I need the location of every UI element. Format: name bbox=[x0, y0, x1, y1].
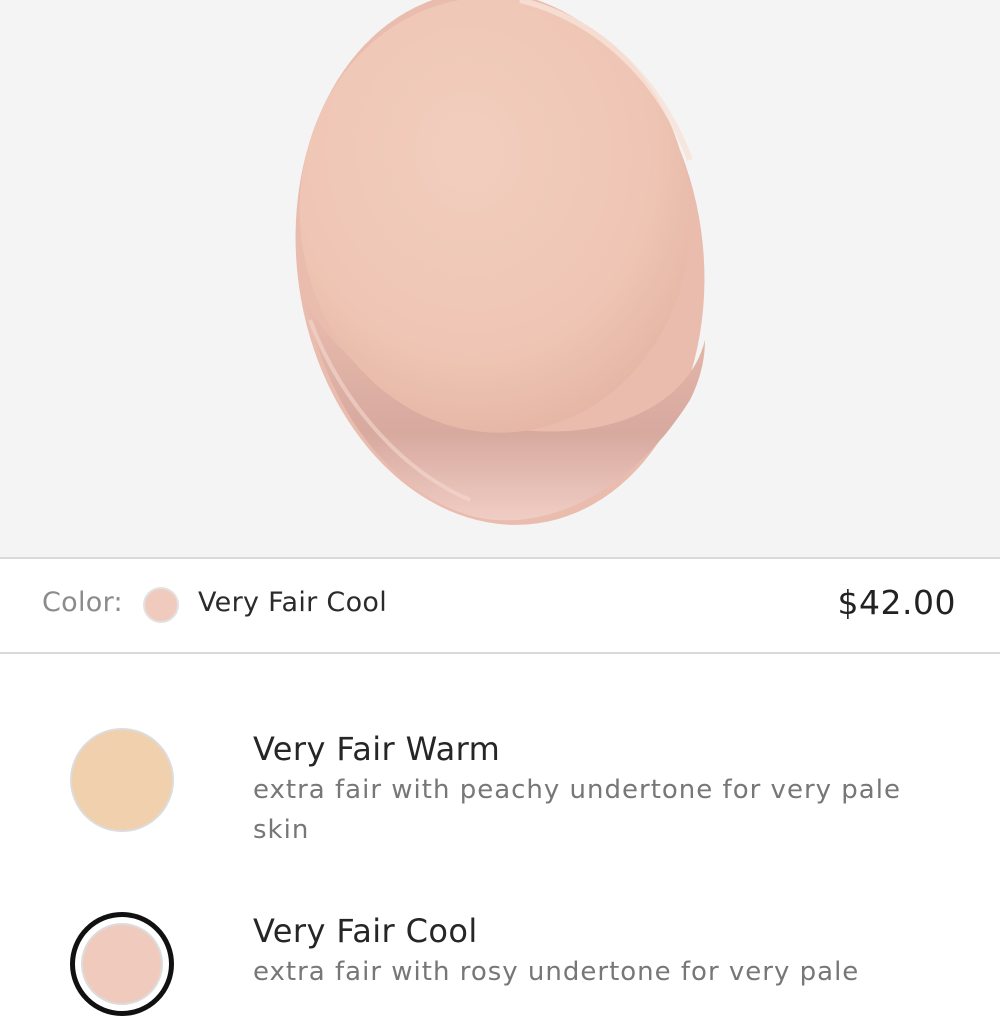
shade-swatch[interactable] bbox=[70, 728, 174, 832]
shade-description: extra fair with rosy undertone for very … bbox=[253, 957, 860, 987]
shade-color-circle bbox=[81, 923, 163, 1005]
color-selection-bar: Color: Very Fair Cool $42.00 bbox=[0, 559, 1000, 652]
foundation-swatch-graphic bbox=[295, 0, 705, 525]
shade-color-circle bbox=[70, 728, 174, 832]
price: $42.00 bbox=[837, 583, 956, 622]
selected-color-dot bbox=[143, 587, 179, 623]
shade-list: Very Fair Warm extra fair with peachy un… bbox=[0, 654, 1000, 1016]
shade-description: extra fair with peachy undertone for ver… bbox=[253, 775, 901, 845]
shade-name: Very Fair Cool bbox=[253, 912, 478, 950]
product-swatch-image bbox=[0, 0, 1000, 557]
color-label: Color: bbox=[42, 587, 123, 618]
selected-color-name: Very Fair Cool bbox=[198, 587, 388, 618]
shade-swatch-selected[interactable] bbox=[70, 912, 174, 1016]
shade-name: Very Fair Warm bbox=[253, 730, 501, 768]
